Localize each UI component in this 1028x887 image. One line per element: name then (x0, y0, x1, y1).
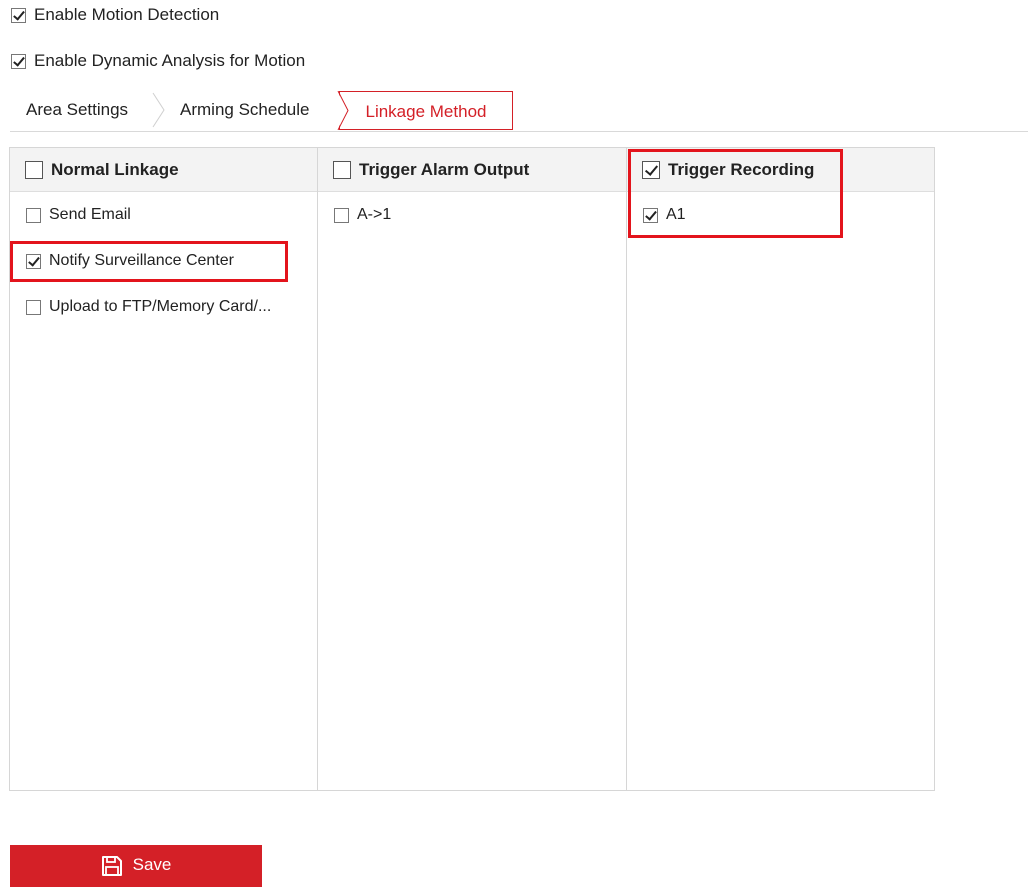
trigger-alarm-output-header: Trigger Alarm Output (318, 148, 626, 192)
send-email-checkbox[interactable] (26, 207, 41, 223)
linkage-method-table: Normal Linkage Send Email Notify Surveil… (9, 147, 935, 791)
trigger-alarm-output-column: Trigger Alarm Output A->1 (318, 148, 627, 790)
save-button-label: Save (132, 855, 172, 874)
tabs-divider (10, 131, 1028, 132)
normal-linkage-header: Normal Linkage (10, 148, 317, 192)
enable-motion-detection-option[interactable]: Enable Motion Detection (11, 5, 219, 25)
notify-surveillance-center-checkbox[interactable] (26, 253, 41, 269)
upload-ftp-checkbox[interactable] (26, 299, 41, 315)
trigger-alarm-output-checkbox[interactable] (333, 161, 351, 179)
tab-linkage-method[interactable]: Linkage Method (339, 91, 513, 130)
alarm-output-a1-label: A->1 (357, 206, 392, 223)
upload-ftp-label: Upload to FTP/Memory Card/... (49, 298, 272, 315)
send-email-option[interactable]: Send Email (26, 206, 131, 224)
notify-surveillance-center-label: Notify Surveillance Center (49, 252, 234, 269)
tab-area-settings[interactable]: Area Settings (26, 89, 128, 131)
tab-active-chevron (337, 91, 349, 130)
trigger-recording-header-label: Trigger Recording (668, 160, 815, 179)
trigger-alarm-output-header-label: Trigger Alarm Output (359, 160, 530, 179)
save-button[interactable]: Save (10, 845, 262, 887)
enable-dynamic-analysis-checkbox[interactable] (11, 53, 26, 69)
recording-a1-label: A1 (666, 206, 686, 223)
normal-linkage-checkbox[interactable] (25, 161, 43, 179)
trigger-recording-column: Trigger Recording A1 (627, 148, 934, 790)
recording-a1-checkbox[interactable] (643, 207, 658, 223)
recording-a1-option[interactable]: A1 (643, 206, 686, 224)
floppy-disk-icon (101, 856, 122, 876)
normal-linkage-column: Normal Linkage Send Email Notify Surveil… (10, 148, 318, 790)
send-email-label: Send Email (49, 206, 131, 223)
trigger-recording-checkbox[interactable] (642, 161, 660, 179)
alarm-output-a1-option[interactable]: A->1 (334, 206, 391, 224)
normal-linkage-header-label: Normal Linkage (51, 160, 179, 179)
enable-dynamic-analysis-label: Enable Dynamic Analysis for Motion (34, 51, 306, 70)
notify-surveillance-center-option[interactable]: Notify Surveillance Center (26, 252, 234, 270)
normal-linkage-select-all[interactable]: Normal Linkage (25, 160, 179, 180)
alarm-output-a1-checkbox[interactable] (334, 207, 349, 223)
settings-tabs: Area Settings Arming Schedule Linkage Me… (10, 89, 1028, 131)
trigger-recording-header: Trigger Recording (627, 148, 934, 192)
enable-dynamic-analysis-option[interactable]: Enable Dynamic Analysis for Motion (11, 51, 305, 71)
tab-separator-chevron (152, 92, 165, 128)
trigger-recording-select-all[interactable]: Trigger Recording (642, 160, 814, 180)
trigger-alarm-output-select-all[interactable]: Trigger Alarm Output (333, 160, 529, 180)
tab-arming-schedule[interactable]: Arming Schedule (180, 89, 309, 131)
enable-motion-detection-label: Enable Motion Detection (34, 5, 220, 24)
enable-motion-detection-checkbox[interactable] (11, 7, 26, 23)
upload-ftp-option[interactable]: Upload to FTP/Memory Card/... (26, 298, 271, 316)
